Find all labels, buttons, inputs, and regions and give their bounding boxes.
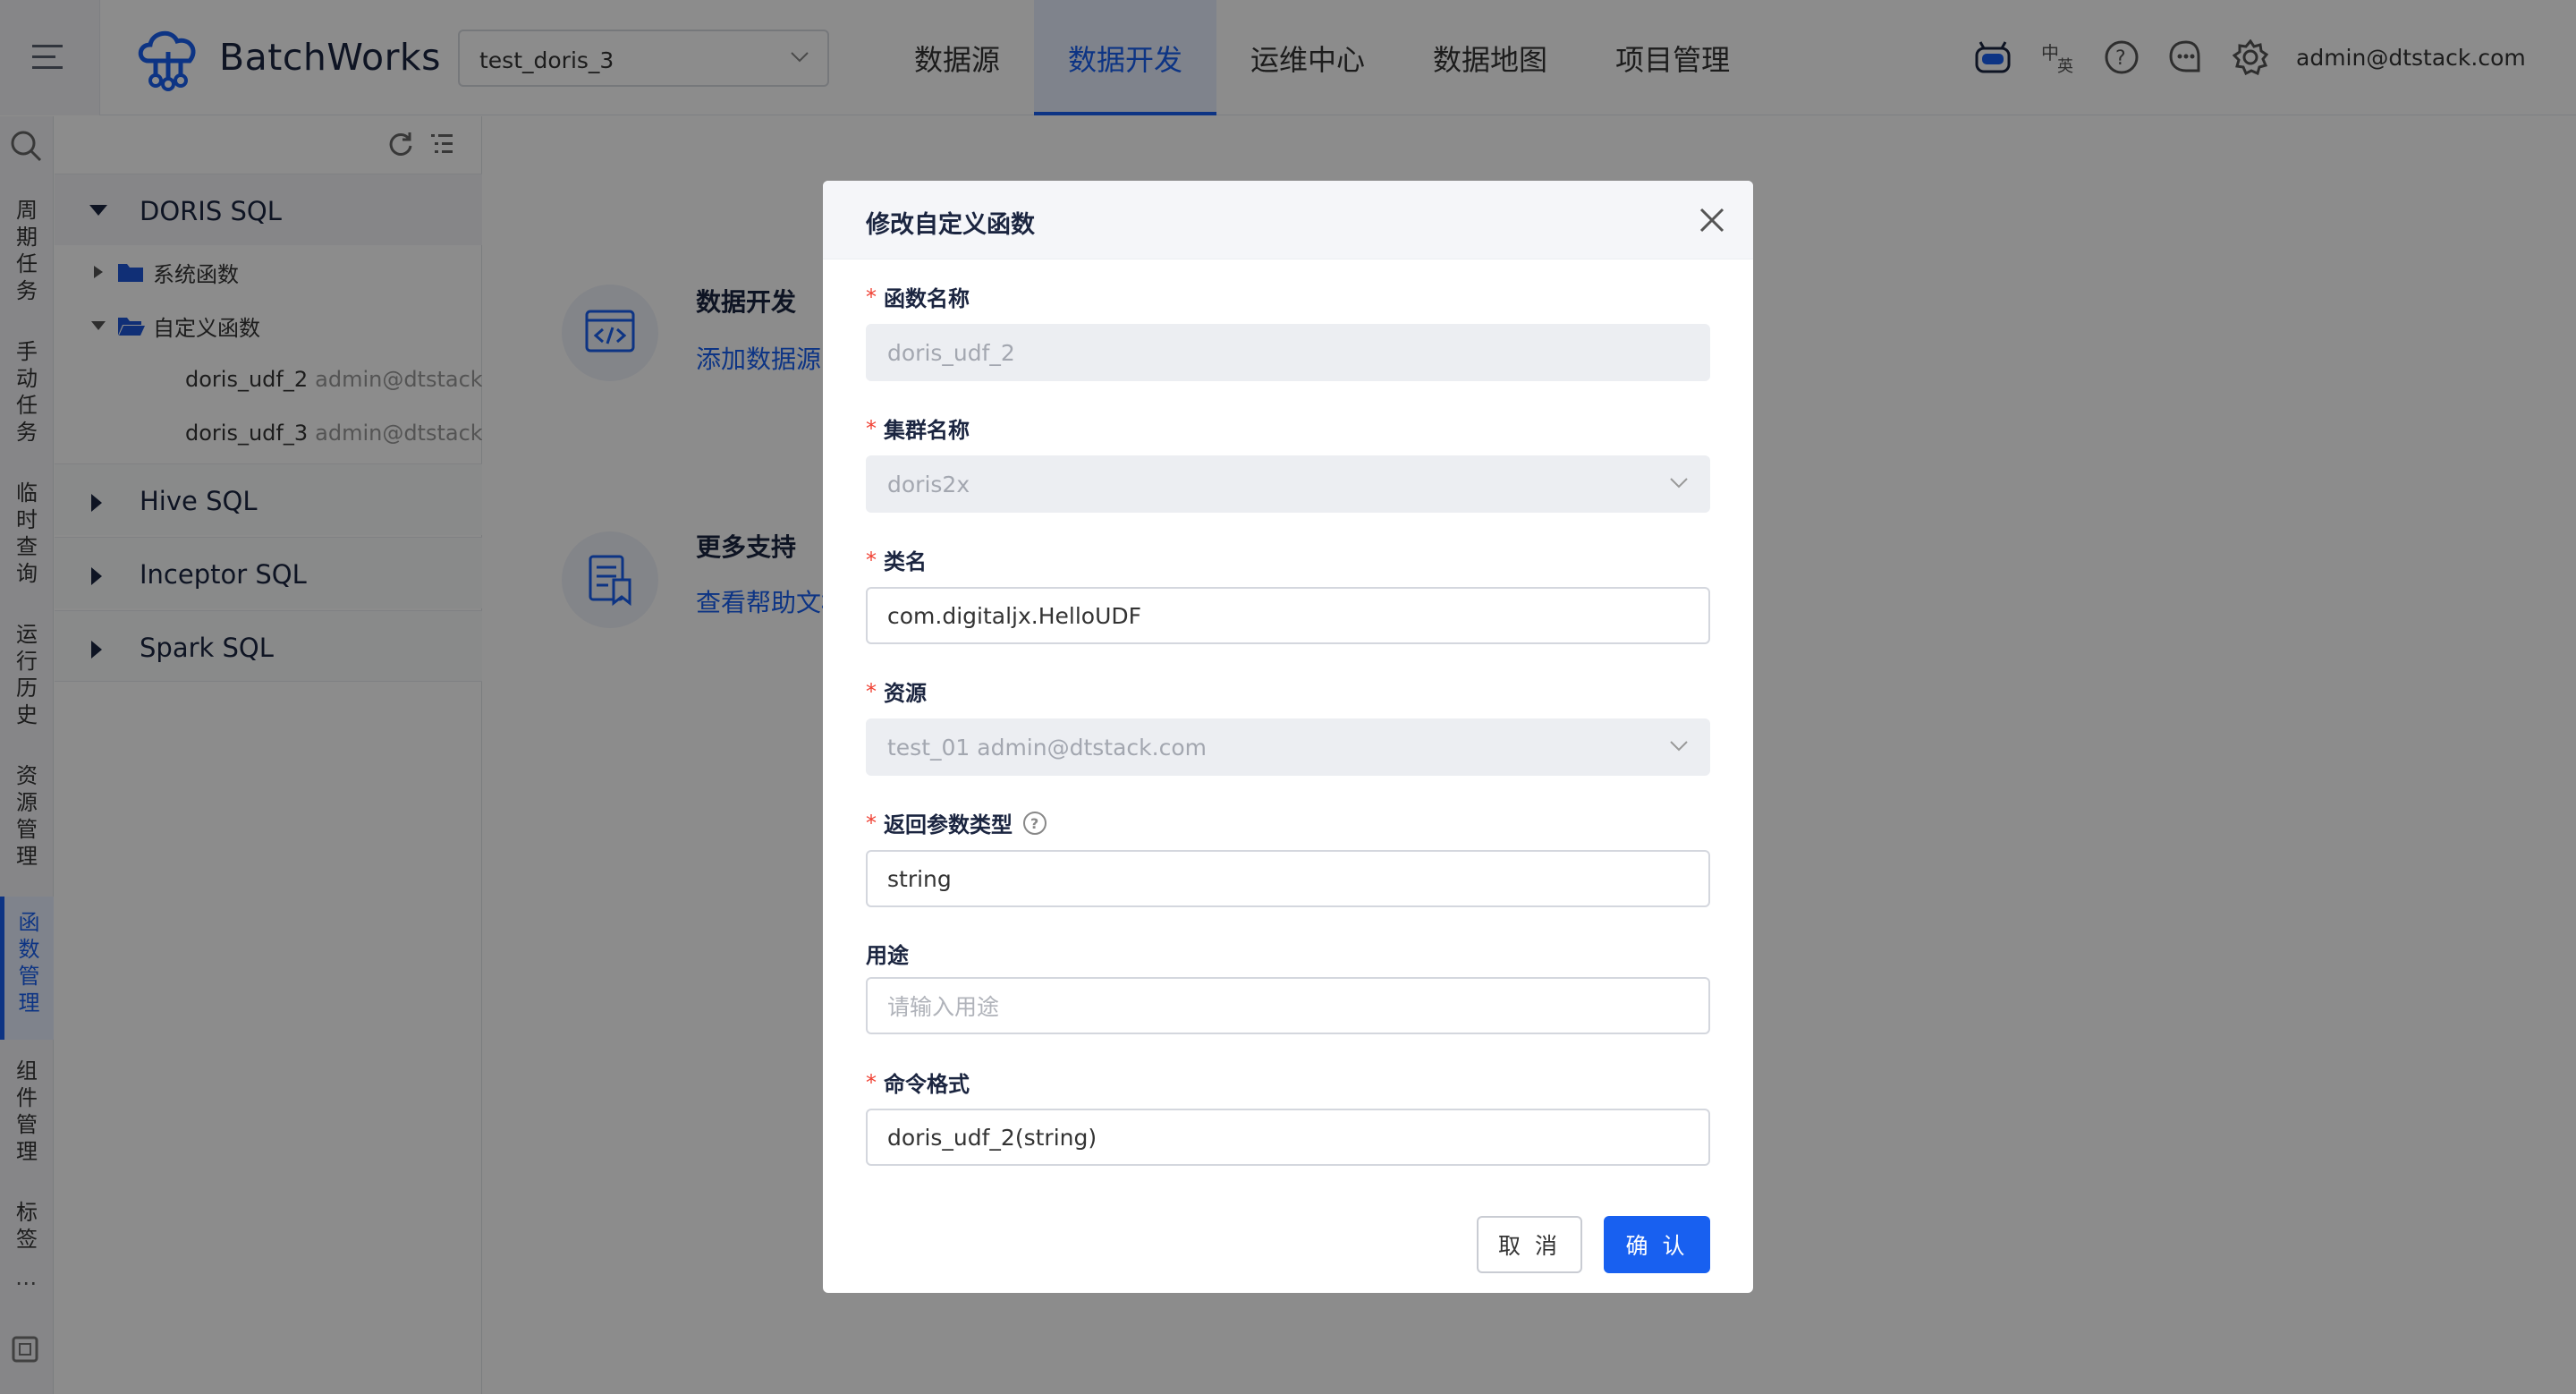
confirm-button[interactable]: 确 认	[1604, 1216, 1710, 1273]
class-name-input[interactable]: com.digitaljx.HelloUDF	[866, 587, 1710, 644]
function-name-field: doris_udf_2	[866, 324, 1710, 381]
return-type-label: * 返回参数类型 ?	[866, 807, 1048, 838]
chevron-down-icon	[1670, 741, 1688, 752]
purpose-input[interactable]: 请输入用途	[866, 977, 1710, 1034]
cancel-button[interactable]: 取 消	[1477, 1216, 1582, 1273]
command-format-input[interactable]: doris_udf_2(string)	[866, 1109, 1710, 1166]
purpose-label: 用途	[866, 943, 909, 968]
resource-select: test_01 admin@dtstack.com	[866, 718, 1710, 776]
return-type-input[interactable]: string	[866, 850, 1710, 907]
function-name-label: * 函数名称	[866, 284, 970, 312]
command-format-label: * 命令格式	[866, 1069, 970, 1098]
class-name-label: * 类名	[866, 547, 927, 575]
cluster-name-select: doris2x	[866, 455, 1710, 513]
cluster-name-label: * 集群名称	[866, 415, 970, 444]
chevron-down-icon	[1670, 478, 1688, 489]
svg-text:?: ?	[1030, 815, 1038, 832]
help-icon[interactable]: ?	[1021, 810, 1048, 837]
edit-function-dialog: 修改自定义函数 * 函数名称 doris_udf_2 * 集群名称 doris2x …	[823, 181, 1753, 1293]
dialog-header: 修改自定义函数	[823, 181, 1753, 259]
dialog-title: 修改自定义函数	[866, 211, 1035, 239]
close-icon[interactable]	[1698, 206, 1726, 234]
resource-label: * 资源	[866, 678, 927, 707]
